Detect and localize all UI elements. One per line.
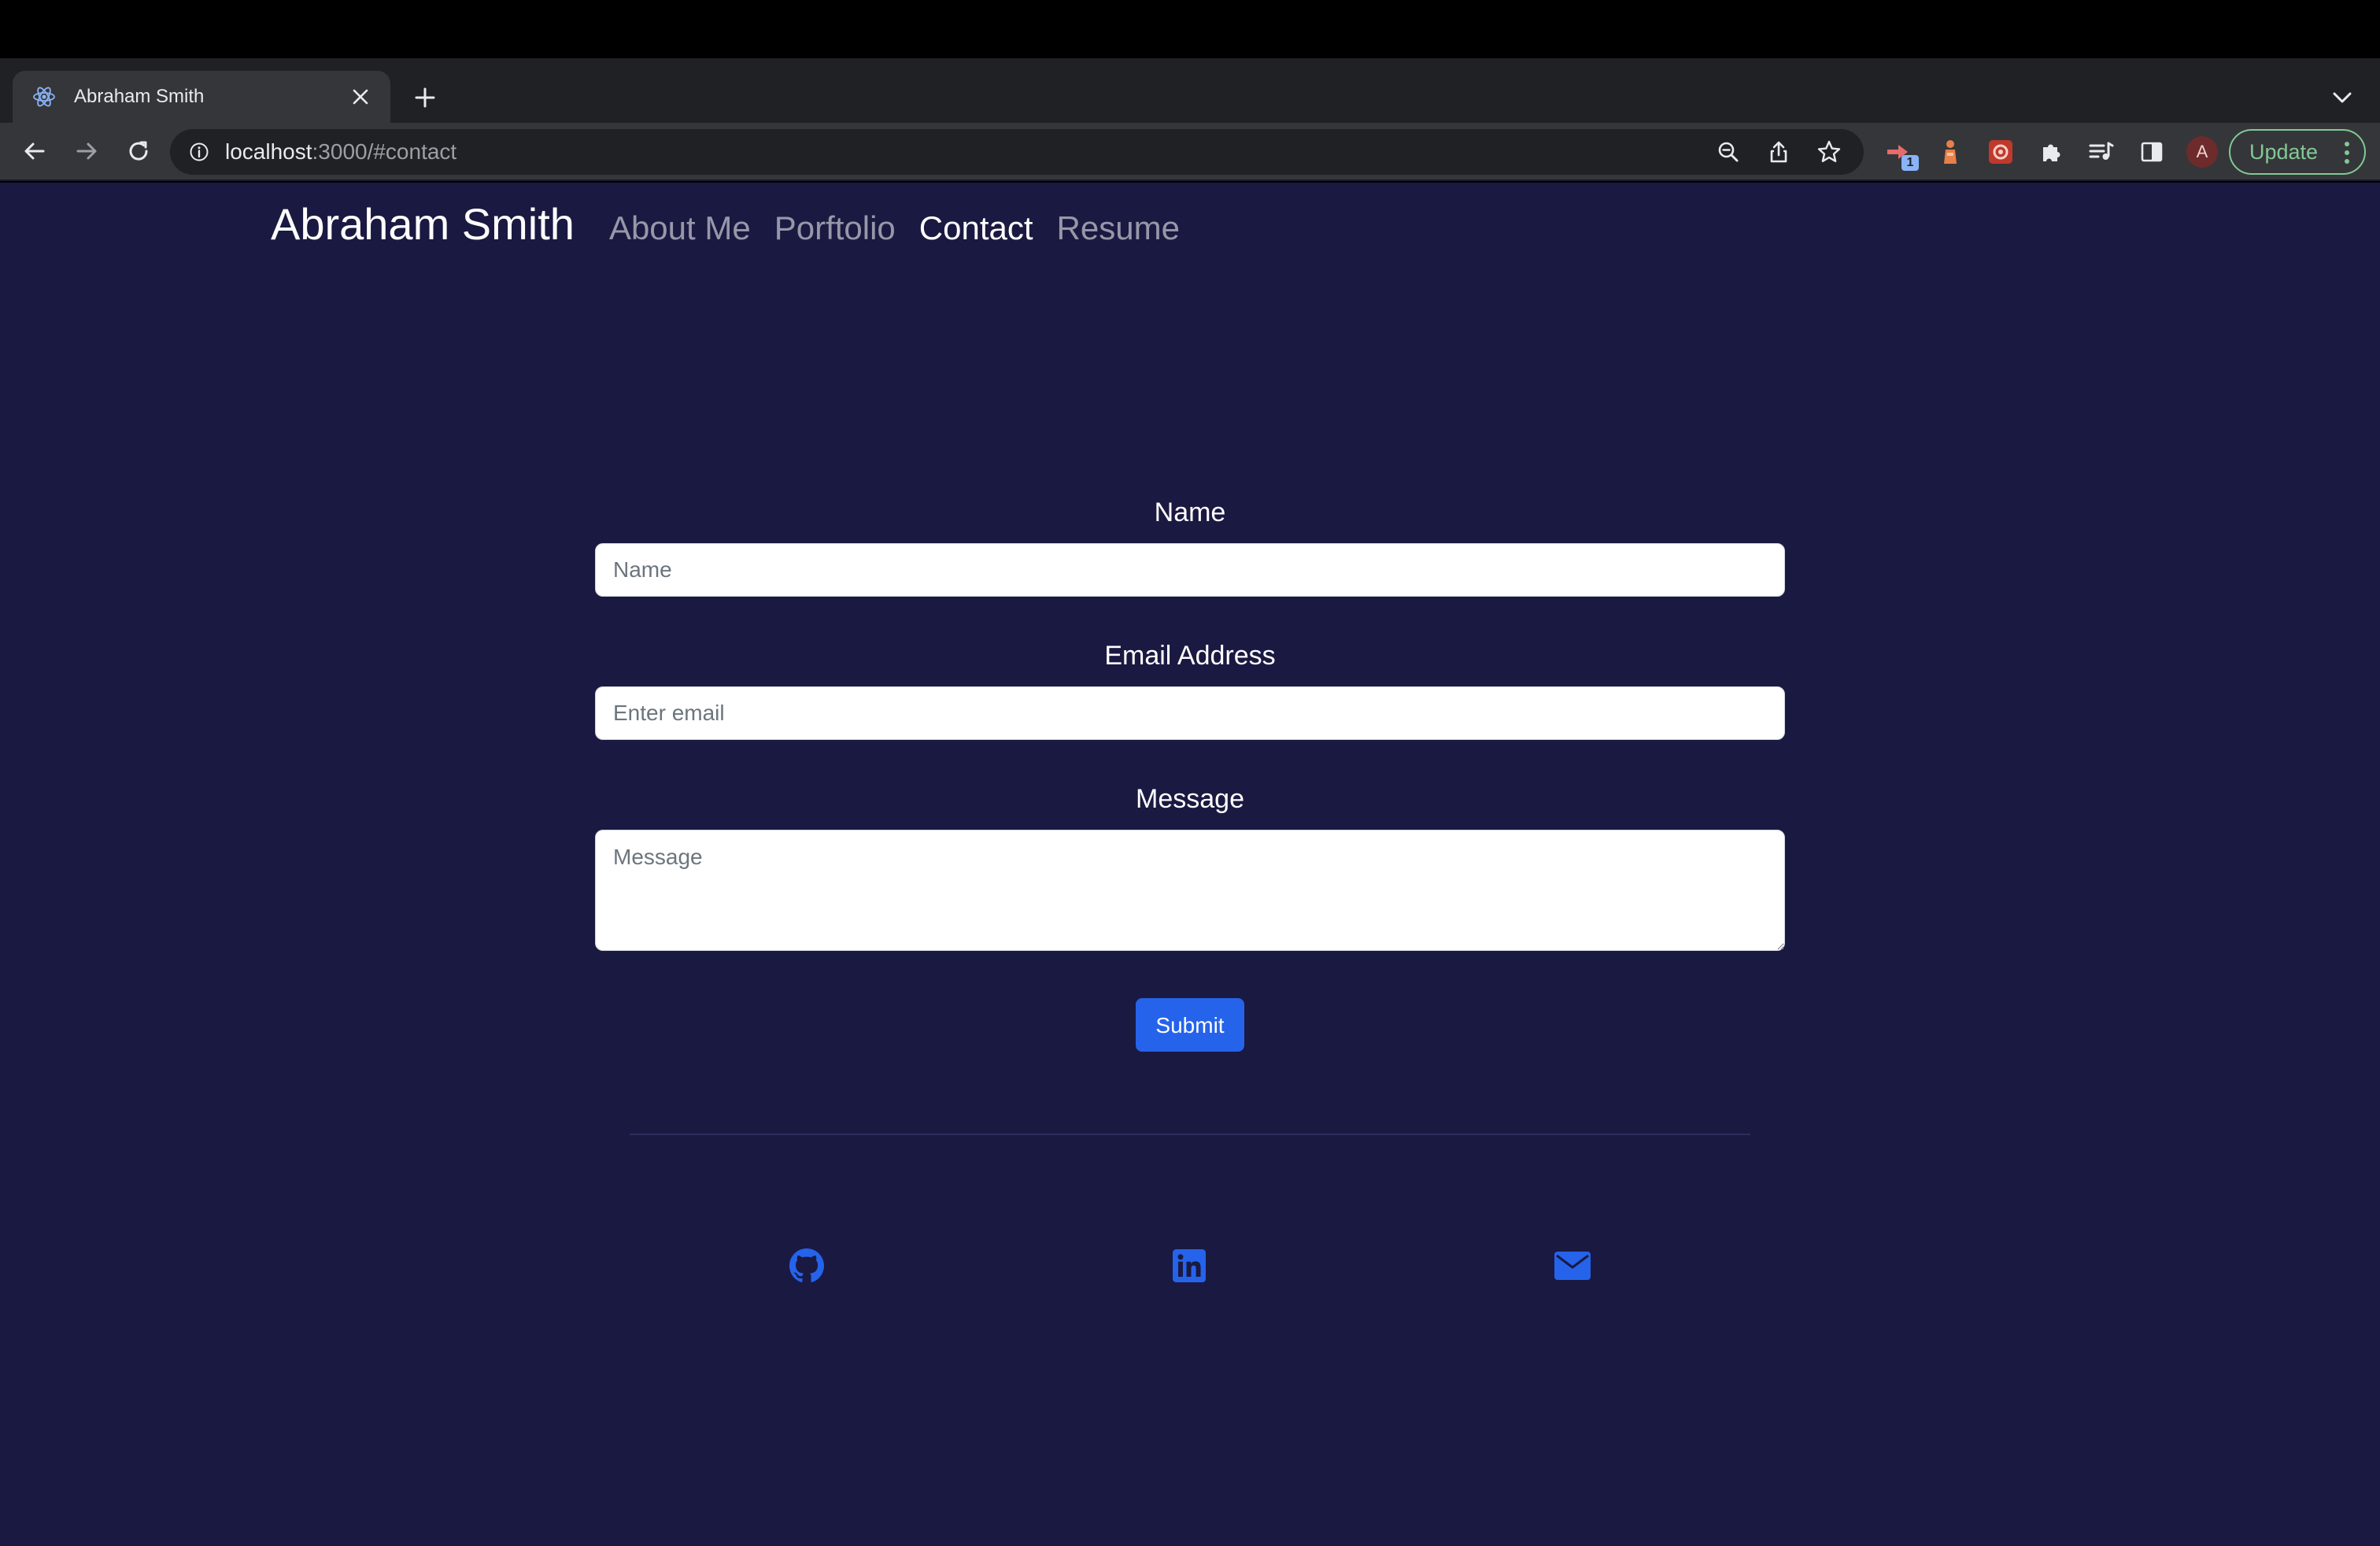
extension-arrow-icon[interactable]: 1 [1878,130,1922,174]
zoom-icon[interactable] [1706,130,1750,174]
tab-search-chevron-icon[interactable] [2326,82,2358,113]
submit-button[interactable]: Submit [1136,998,1244,1052]
social-links [0,1234,2380,1297]
tab-title: Abraham Smith [74,86,205,107]
email-input[interactable] [595,686,1785,740]
extensions-area: 1 A [1878,129,2230,175]
message-textarea[interactable] [595,830,1785,951]
media-queue-icon[interactable] [2079,130,2123,174]
share-icon[interactable] [1757,130,1801,174]
browser-toolbar: localhost:3000/#contact 1 A Update [0,123,2380,181]
site-info-icon[interactable] [187,140,211,164]
profile-initial: A [2186,136,2218,168]
envelope-icon[interactable] [1541,1234,1604,1297]
back-arrow-icon[interactable] [13,129,57,173]
contact-form: Name Email Address Message Submit [595,494,1785,1052]
name-label: Name [1154,497,1226,527]
extension-figure-icon[interactable] [1928,130,1972,174]
new-tab-plus-icon[interactable] [408,80,442,115]
bookmark-star-icon[interactable] [1807,130,1851,174]
nav-link-portfolio[interactable]: Porftolio [774,209,896,247]
url-host: localhost [225,139,312,164]
url-path: :3000/#contact [312,139,457,164]
extension-red-icon[interactable] [1979,130,2023,174]
email-label: Email Address [1104,641,1276,671]
nav-link-resume[interactable]: Resume [1057,209,1180,247]
nav-link-about-me[interactable]: About Me [609,209,751,247]
browser-tab[interactable]: Abraham Smith [13,71,390,123]
react-icon [31,84,57,109]
page-body: Abraham Smith About Me Porftolio Contact… [0,183,2380,1546]
update-button[interactable]: Update [2229,129,2366,175]
message-label: Message [1136,784,1244,814]
reload-icon[interactable] [116,129,161,173]
update-label: Update [2249,139,2319,164]
screen-top-bar [0,0,2380,58]
linkedin-icon[interactable] [1158,1234,1221,1297]
profile-avatar[interactable]: A [2180,130,2224,174]
submit-wrap: Submit [595,998,1785,1052]
url-text: localhost:3000/#contact [225,139,1700,165]
extensions-puzzle-icon[interactable] [2029,130,2073,174]
close-tab-icon[interactable] [346,83,375,111]
side-panel-icon[interactable] [2130,130,2174,174]
extension-badge: 1 [1901,155,1919,171]
more-menu-icon[interactable] [2344,142,2350,164]
tab-strip: Abraham Smith [0,58,2380,123]
address-bar[interactable]: localhost:3000/#contact [170,129,1864,175]
nav-link-contact[interactable]: Contact [919,209,1033,247]
forward-arrow-icon[interactable] [65,129,109,173]
github-icon[interactable] [775,1234,838,1297]
site-brand[interactable]: Abraham Smith [271,198,575,250]
name-input[interactable] [595,543,1785,597]
footer-divider [630,1134,1750,1135]
site-navbar: Abraham Smith About Me Porftolio Contact… [271,198,1203,261]
